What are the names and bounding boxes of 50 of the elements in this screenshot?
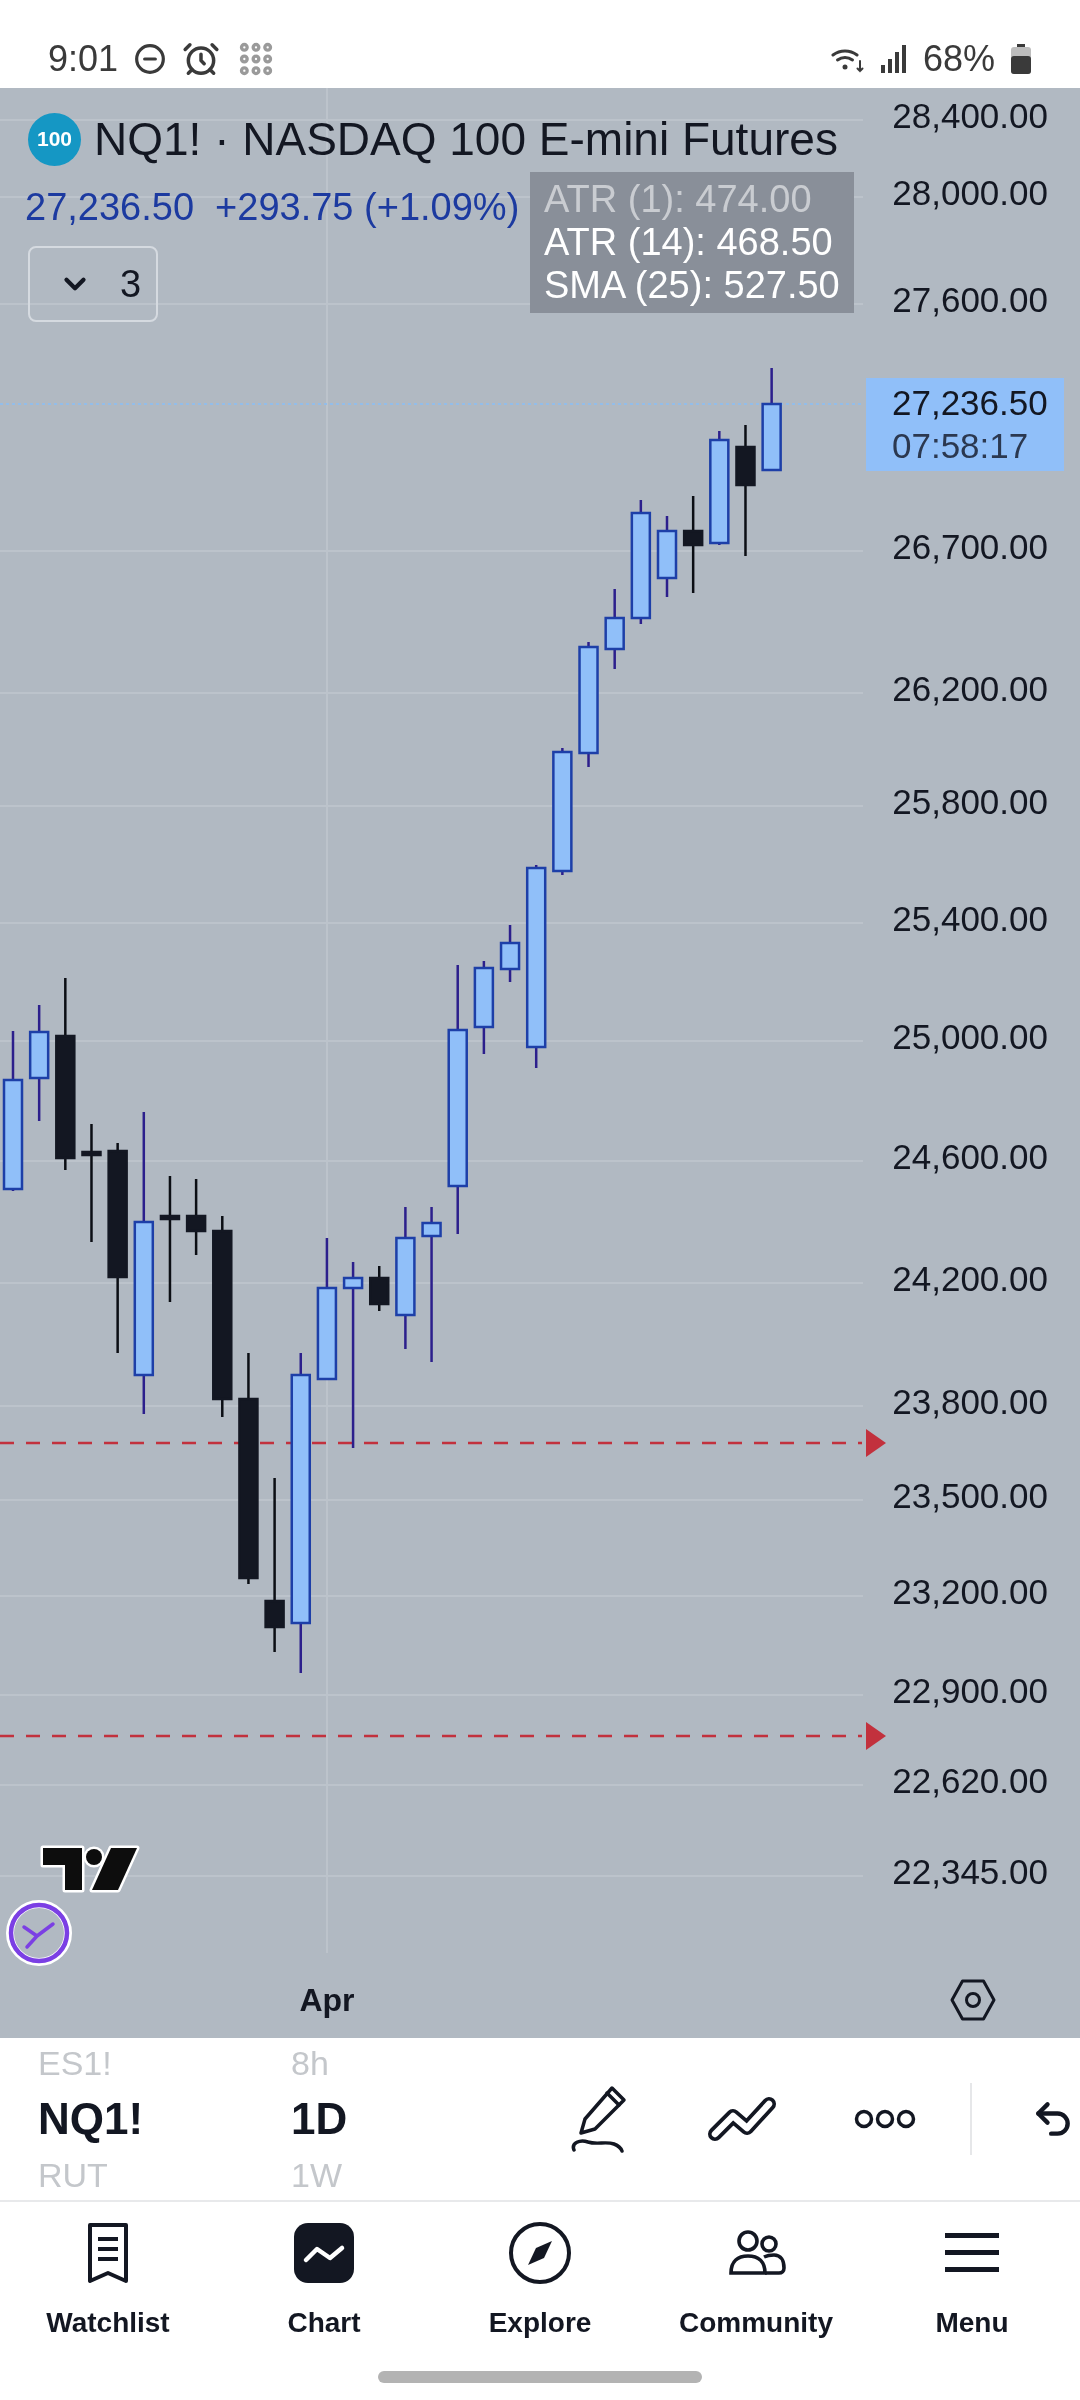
symbol-option[interactable]: NQ1! <box>38 2088 144 2150</box>
ring-icon[interactable] <box>6 1900 72 1966</box>
price-label: 22,345.00 <box>892 1852 1048 1892</box>
indicator-value: ATR (14): 468.50 <box>544 221 834 264</box>
bar-countdown: 07:58:17 <box>892 425 1030 467</box>
status-time: 9:01 <box>48 38 119 80</box>
indicator-toggle-button[interactable]: 3 <box>28 246 158 322</box>
nav-tab[interactable]: Watchlist <box>46 2202 170 2340</box>
candlestick <box>369 1266 390 1311</box>
price-label: 24,600.00 <box>892 1137 1048 1177</box>
price-label: 22,620.00 <box>892 1761 1048 1801</box>
price-label: 25,000.00 <box>892 1017 1048 1057</box>
price-label: 26,200.00 <box>892 669 1048 709</box>
alarm-icon <box>182 40 221 78</box>
price-label: 25,400.00 <box>892 899 1048 939</box>
price-label: 27,600.00 <box>892 280 1048 320</box>
nav-tab[interactable]: Chart <box>287 2202 361 2340</box>
nav-tab[interactable]: Community <box>679 2202 833 2340</box>
last-price: 27,236.50 <box>25 185 195 229</box>
battery-percentage: 68% <box>922 38 995 80</box>
interval-option[interactable]: 1D <box>291 2088 348 2150</box>
price-label: 26,700.00 <box>892 527 1048 567</box>
price-label: 25,800.00 <box>892 782 1048 822</box>
settings-icon[interactable] <box>950 1979 996 2021</box>
price-label: 23,500.00 <box>892 1476 1048 1516</box>
more-icon[interactable] <box>854 2108 916 2130</box>
triangle-marker-icon <box>866 1722 886 1750</box>
indicator-value: ATR (1): 474.00 <box>544 178 813 221</box>
signal-icon <box>880 45 907 73</box>
price-label: 28,000.00 <box>892 173 1048 213</box>
zigzag-icon[interactable] <box>706 2095 778 2143</box>
price-change: +293.75 (+1.09%) <box>215 185 520 229</box>
symbol-title[interactable]: NQ1! · NASDAQ 100 E-mini Futures <box>94 112 838 166</box>
candlestick <box>499 925 521 982</box>
chart-canvas[interactable] <box>0 88 1080 2038</box>
date-label: Apr <box>299 1982 355 2018</box>
pencil-icon[interactable] <box>570 2084 628 2154</box>
price-label: 23,200.00 <box>892 1572 1048 1612</box>
indicator-value: SMA (25): 527.50 <box>544 264 840 307</box>
nav-tab[interactable]: Explore <box>488 2202 592 2340</box>
battery-icon <box>1011 44 1031 74</box>
price-label: 24,200.00 <box>892 1259 1048 1299</box>
triangle-marker-icon <box>866 1429 886 1457</box>
current-price: 27,236.50 <box>892 382 1049 424</box>
do-not-disturb-icon <box>134 43 167 75</box>
symbol-logo: 100 <box>28 112 81 166</box>
price-label: 28,400.00 <box>892 96 1048 136</box>
price-label: 22,900.00 <box>892 1671 1048 1711</box>
price-label: 23,800.00 <box>892 1382 1048 1422</box>
nav-tab[interactable]: Menu <box>935 2202 1009 2340</box>
